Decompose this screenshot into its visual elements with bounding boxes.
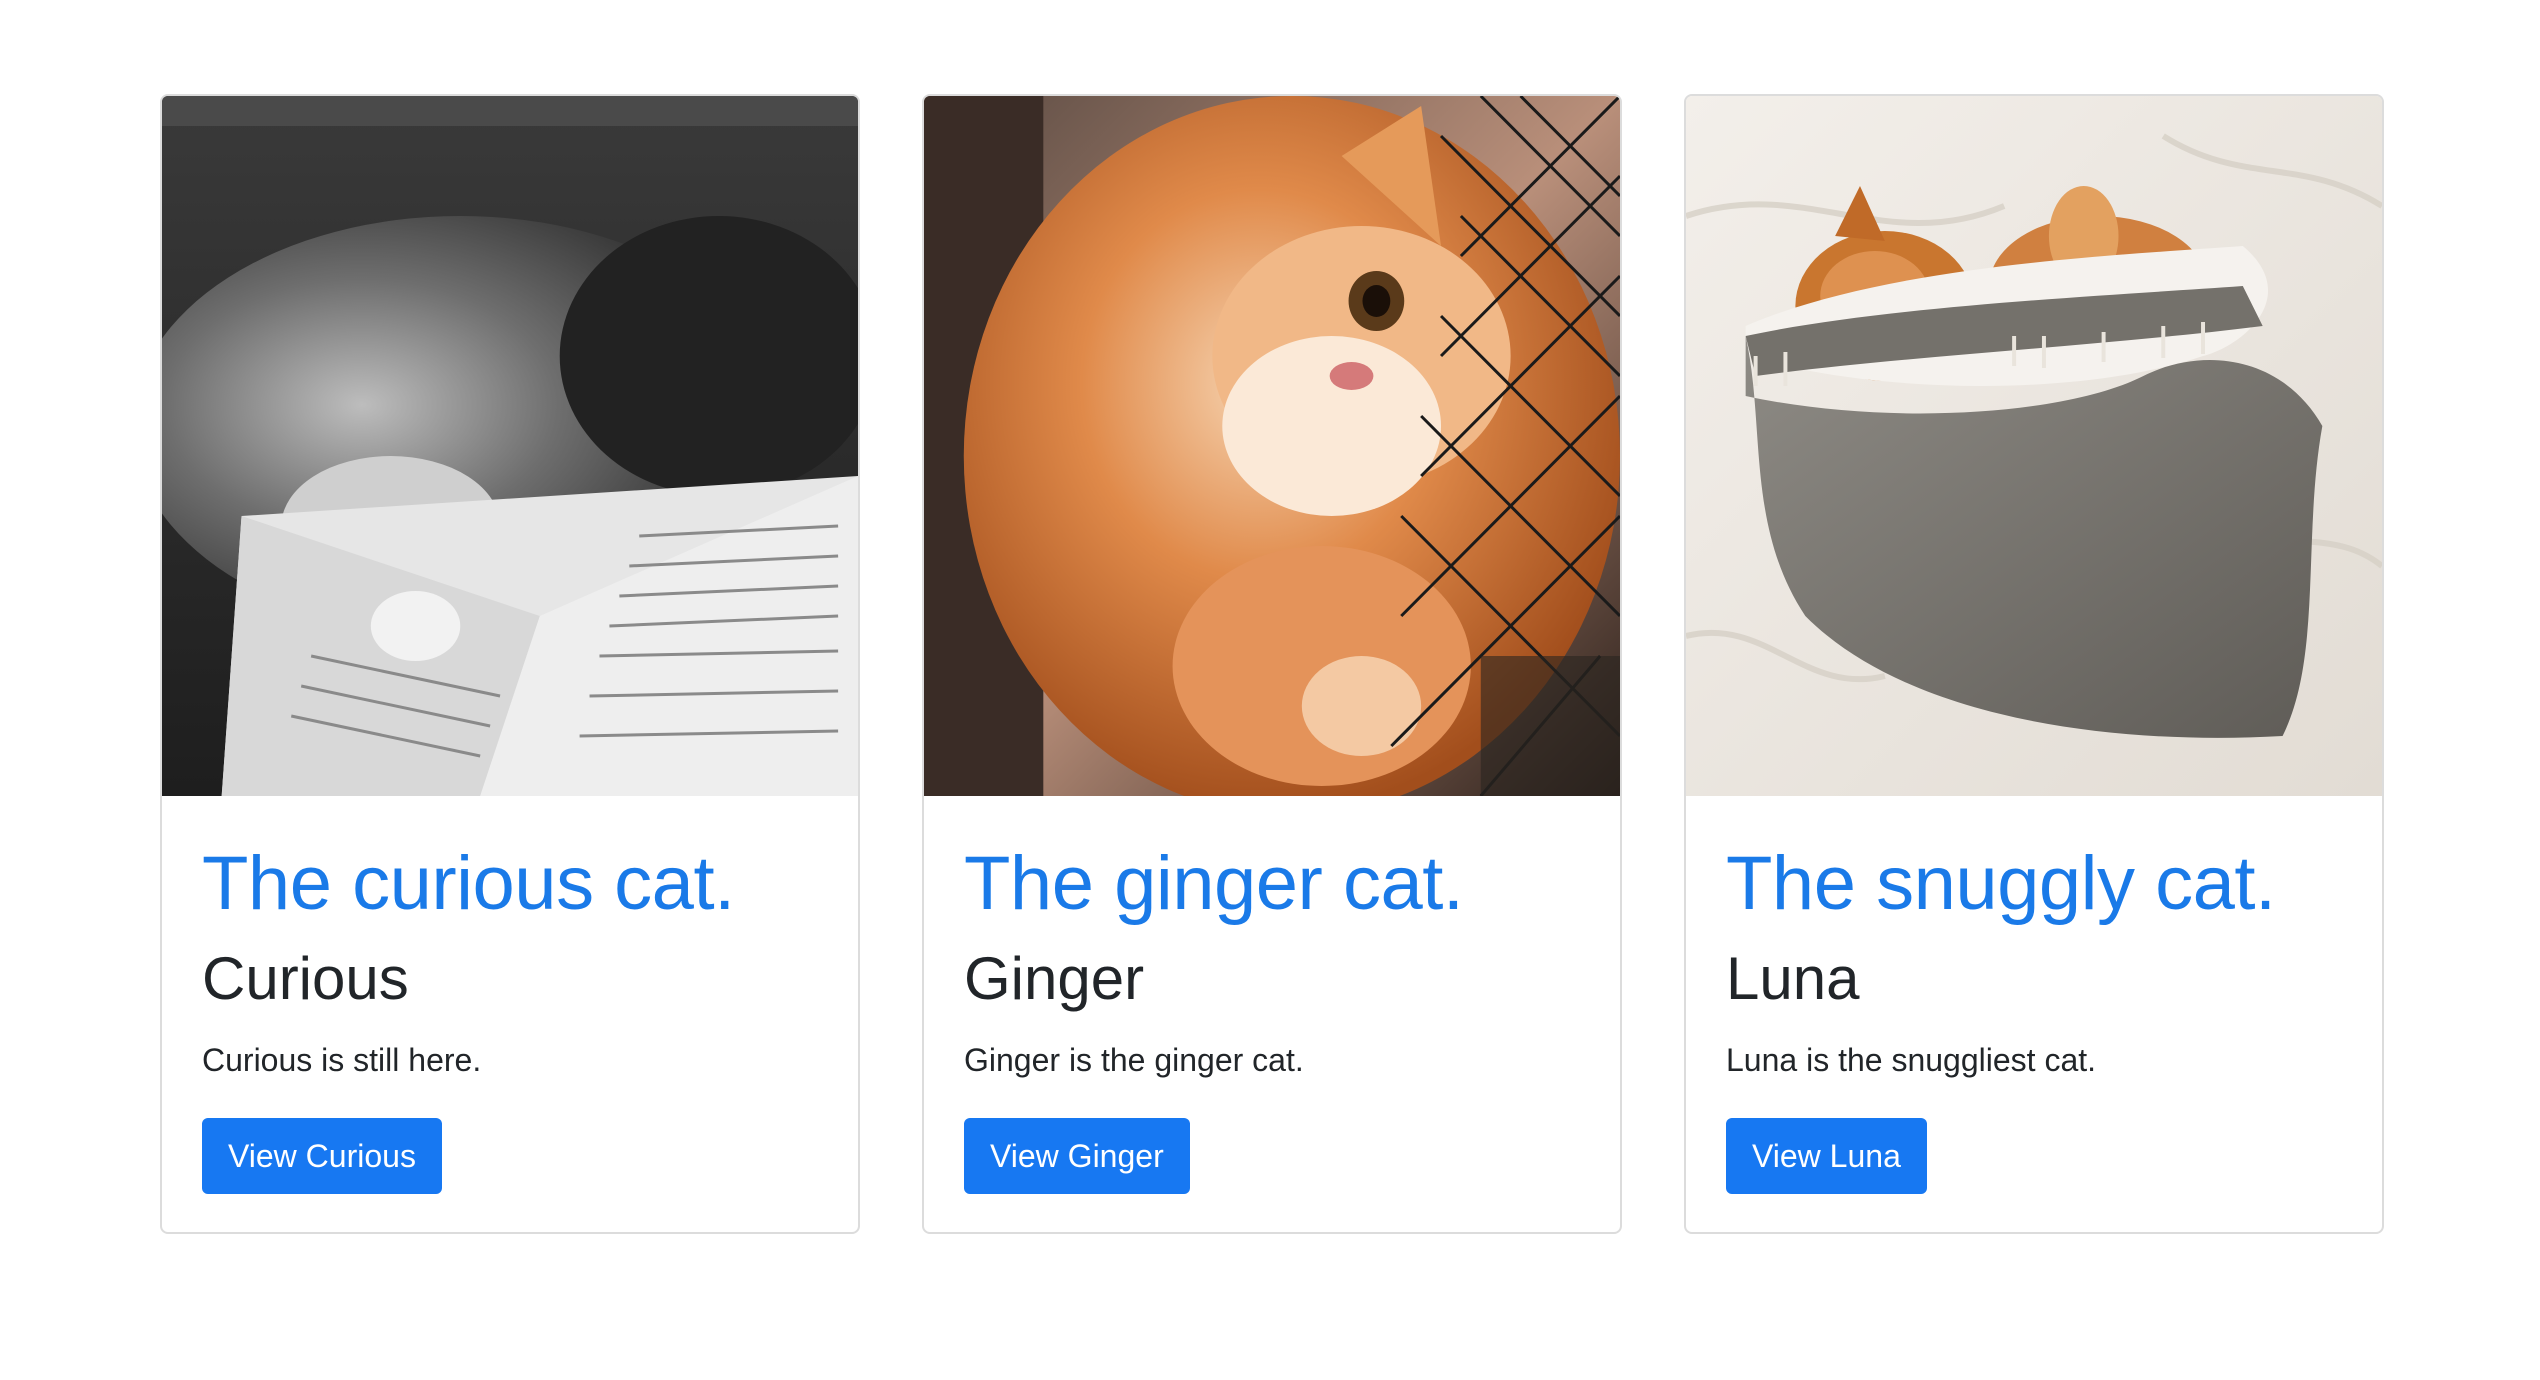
card-body-curious: The curious cat. Curious Curious is stil… xyxy=(162,796,858,1194)
card-title: The curious cat. xyxy=(202,841,735,926)
cat-name: Ginger xyxy=(964,945,1145,1012)
card-description: Ginger is the ginger cat. xyxy=(964,1042,1304,1078)
view-curious-button[interactable]: View Curious xyxy=(202,1118,442,1194)
cat-card-luna: The snuggly cat. Luna Luna is the snuggl… xyxy=(1684,94,2384,1234)
card-title: The ginger cat. xyxy=(964,841,1464,926)
card-body-luna: The snuggly cat. Luna Luna is the snuggl… xyxy=(1686,796,2382,1194)
cat-photo-luna xyxy=(1686,96,2382,796)
view-ginger-button[interactable]: View Ginger xyxy=(964,1118,1190,1194)
card-body-ginger: The ginger cat. Ginger Ginger is the gin… xyxy=(924,796,1620,1194)
card-description: Luna is the snuggliest cat. xyxy=(1726,1042,2097,1078)
cat-name: Luna xyxy=(1726,945,1860,1012)
cat-photo-curious xyxy=(162,96,858,796)
cat-card-curious: The curious cat. Curious Curious is stil… xyxy=(160,94,860,1234)
cat-photo-ginger xyxy=(924,96,1620,796)
card-description: Curious is still here. xyxy=(202,1042,482,1078)
view-luna-button[interactable]: View Luna xyxy=(1726,1118,1927,1194)
cat-card-ginger: The ginger cat. Ginger Ginger is the gin… xyxy=(922,94,1622,1234)
cat-name: Curious xyxy=(202,945,409,1012)
card-title: The snuggly cat. xyxy=(1726,841,2276,926)
cat-cards-row: The curious cat. Curious Curious is stil… xyxy=(160,94,2392,1234)
